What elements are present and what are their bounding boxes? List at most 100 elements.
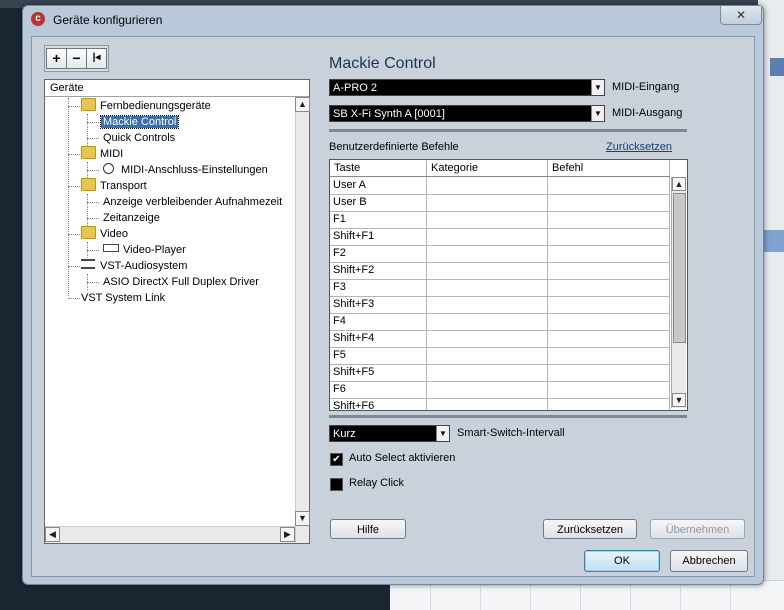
midi-input-select[interactable]: A-PRO 2 ▼ bbox=[329, 79, 605, 96]
command-cell[interactable] bbox=[548, 364, 670, 381]
relay-click-checkbox[interactable] bbox=[330, 478, 343, 491]
tree-item-record-time-max[interactable]: Anzeige verbleibender Aufnahmezeit bbox=[103, 194, 282, 210]
command-cell[interactable] bbox=[548, 194, 670, 211]
command-cell[interactable] bbox=[548, 262, 670, 279]
title-bar: c Geräte konfigurieren ✕ bbox=[23, 6, 763, 34]
command-cell[interactable] bbox=[548, 398, 670, 410]
table-row[interactable]: F4 bbox=[330, 313, 670, 331]
tree-item-asio-driver[interactable]: ASIO DirectX Full Duplex Driver bbox=[103, 274, 259, 290]
table-row[interactable]: Shift+F1 bbox=[330, 228, 670, 246]
background-track-highlight bbox=[762, 230, 784, 252]
category-cell[interactable] bbox=[427, 398, 548, 410]
tree-item-label: VST-Audiosystem bbox=[100, 260, 188, 272]
scroll-up-icon[interactable]: ▲ bbox=[295, 97, 310, 112]
reset-commands-link[interactable]: Zurücksetzen bbox=[606, 141, 672, 153]
auto-select-label: Auto Select aktivieren bbox=[349, 452, 456, 464]
help-button[interactable]: Hilfe bbox=[330, 519, 406, 539]
tree-item-label: Quick Controls bbox=[103, 132, 176, 144]
reset-device-button[interactable]: |◂ bbox=[86, 48, 107, 69]
category-cell[interactable] bbox=[427, 347, 548, 364]
category-cell[interactable] bbox=[427, 245, 548, 262]
command-cell[interactable] bbox=[548, 228, 670, 245]
tree-item-video[interactable]: Video bbox=[81, 226, 128, 242]
tree-item-video-player[interactable]: Video-Player bbox=[103, 242, 186, 258]
scroll-down-icon[interactable]: ▼ bbox=[295, 511, 310, 526]
auto-select-checkbox[interactable]: ✔ bbox=[330, 453, 343, 466]
tree-vertical-scrollbar[interactable]: ▲ ▼ bbox=[295, 97, 310, 543]
device-setup-dialog: c Geräte konfigurieren ✕ + − |◂ Geräte F… bbox=[22, 5, 764, 585]
tree-item-mackie-control[interactable]: Mackie Control bbox=[99, 114, 180, 130]
command-cell[interactable] bbox=[548, 330, 670, 347]
tree-item-midi[interactable]: MIDI bbox=[81, 146, 123, 162]
tree-item-vst-system-link[interactable]: VST System Link bbox=[81, 290, 165, 306]
dialog-title: Geräte konfigurieren bbox=[53, 13, 163, 27]
tree-item-remote-devices[interactable]: Fernbedienungsgeräte bbox=[81, 98, 211, 114]
smart-switch-select[interactable]: Kurz ▼ bbox=[329, 425, 450, 442]
table-row[interactable]: User B bbox=[330, 194, 670, 212]
scroll-thumb[interactable] bbox=[673, 193, 686, 343]
command-cell[interactable] bbox=[548, 347, 670, 364]
add-device-button[interactable]: + bbox=[46, 48, 67, 69]
folder-icon bbox=[81, 226, 96, 239]
table-row[interactable]: F2 bbox=[330, 245, 670, 263]
command-cell[interactable] bbox=[548, 381, 670, 398]
table-row[interactable]: Shift+F3 bbox=[330, 296, 670, 314]
column-header-category[interactable]: Kategorie bbox=[427, 160, 548, 176]
table-scrollbar[interactable]: ▲ ▼ bbox=[671, 177, 686, 408]
command-cell[interactable] bbox=[548, 245, 670, 262]
category-cell[interactable] bbox=[427, 330, 548, 347]
tree-horizontal-scrollbar[interactable]: ◀ ▶ bbox=[45, 526, 295, 543]
command-cell[interactable] bbox=[548, 279, 670, 296]
table-row[interactable]: User A bbox=[330, 177, 670, 195]
command-cell[interactable] bbox=[548, 211, 670, 228]
ok-button[interactable]: OK bbox=[584, 550, 660, 572]
category-cell[interactable] bbox=[427, 262, 548, 279]
category-cell[interactable] bbox=[427, 228, 548, 245]
column-header-command[interactable]: Befehl bbox=[548, 160, 670, 176]
key-cell: Shift+F5 bbox=[330, 364, 427, 381]
tree-item-time-display[interactable]: Zeitanzeige bbox=[103, 210, 160, 226]
tree-item-label: MIDI-Anschluss-Einstellungen bbox=[121, 164, 268, 176]
tree-item-midi-port-setup[interactable]: MIDI-Anschluss-Einstellungen bbox=[103, 162, 268, 178]
scroll-up-icon[interactable]: ▲ bbox=[672, 177, 686, 191]
category-cell[interactable] bbox=[427, 177, 548, 194]
command-cell[interactable] bbox=[548, 177, 670, 194]
command-cell[interactable] bbox=[548, 313, 670, 330]
category-cell[interactable] bbox=[427, 211, 548, 228]
column-header-key[interactable]: Taste bbox=[330, 160, 427, 176]
category-cell[interactable] bbox=[427, 279, 548, 296]
key-cell: Shift+F6 bbox=[330, 398, 427, 410]
tree-item-vst-audio-system[interactable]: VST-Audiosystem bbox=[81, 258, 187, 274]
tree-item-transport[interactable]: Transport bbox=[81, 178, 147, 194]
table-row[interactable]: Shift+F2 bbox=[330, 262, 670, 280]
table-row[interactable]: Shift+F6 bbox=[330, 398, 670, 410]
scroll-right-icon[interactable]: ▶ bbox=[280, 527, 295, 542]
close-button[interactable]: ✕ bbox=[720, 6, 762, 25]
cancel-button[interactable]: Abbrechen bbox=[670, 550, 748, 572]
table-row[interactable]: F5 bbox=[330, 347, 670, 365]
category-cell[interactable] bbox=[427, 296, 548, 313]
table-row[interactable]: F6 bbox=[330, 381, 670, 399]
scroll-left-icon[interactable]: ◀ bbox=[45, 527, 60, 542]
reset-button[interactable]: Zurücksetzen bbox=[543, 519, 637, 539]
category-cell[interactable] bbox=[427, 194, 548, 211]
table-row[interactable]: F1 bbox=[330, 211, 670, 229]
midi-output-select[interactable]: SB X-Fi Synth A [0001] ▼ bbox=[329, 105, 605, 122]
smart-switch-label: Smart-Switch-Intervall bbox=[457, 427, 565, 439]
tree-item-quick-controls[interactable]: Quick Controls bbox=[103, 130, 175, 146]
video-player-icon bbox=[103, 244, 119, 252]
scroll-down-icon[interactable]: ▼ bbox=[672, 393, 686, 407]
category-cell[interactable] bbox=[427, 381, 548, 398]
tree-item-label: Zeitanzeige bbox=[103, 212, 160, 224]
apply-button[interactable]: Übernehmen bbox=[650, 519, 745, 539]
command-cell[interactable] bbox=[548, 296, 670, 313]
device-title: Mackie Control bbox=[329, 55, 436, 72]
waveform-icon bbox=[81, 259, 95, 269]
table-row[interactable]: Shift+F4 bbox=[330, 330, 670, 348]
category-cell[interactable] bbox=[427, 313, 548, 330]
custom-commands-label: Benutzerdefinierte Befehle bbox=[329, 141, 459, 153]
table-row[interactable]: Shift+F5 bbox=[330, 364, 670, 382]
remove-device-button[interactable]: − bbox=[66, 48, 87, 69]
category-cell[interactable] bbox=[427, 364, 548, 381]
table-row[interactable]: F3 bbox=[330, 279, 670, 297]
